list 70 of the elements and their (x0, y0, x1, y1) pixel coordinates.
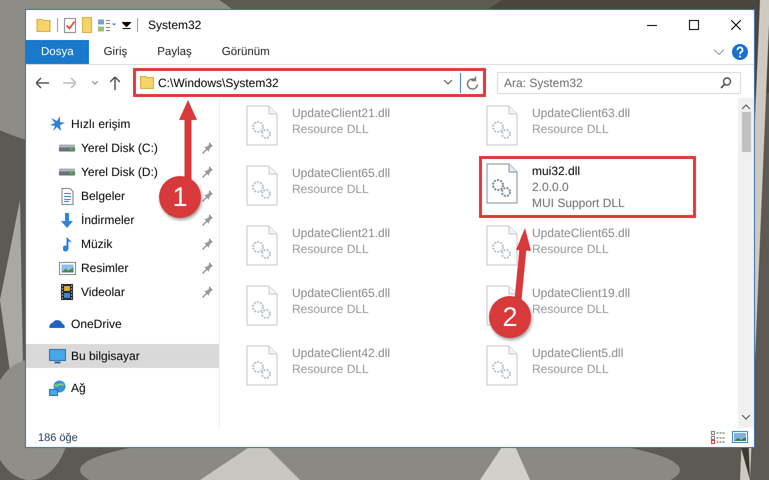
drive-icon (59, 144, 75, 152)
refresh-icon[interactable] (465, 76, 479, 90)
customize-caret-icon[interactable] (122, 22, 131, 28)
nav-item[interactable]: Müzik (58, 234, 112, 254)
search-box[interactable]: Ara: System32 (497, 72, 741, 94)
recent-locations-button[interactable] (92, 80, 98, 84)
dll-file-icon (246, 105, 278, 146)
file-item[interactable]: mui32.dll 2.0.0.0 MUI Support DLL (532, 163, 625, 211)
pin-icon[interactable] (202, 142, 213, 154)
download-arrow-icon (61, 212, 73, 228)
dll-file-icon (486, 225, 518, 266)
maximize-button[interactable] (689, 20, 699, 30)
address-field[interactable]: C:\Windows\System32 (154, 76, 444, 90)
dropdown-caret-icon[interactable] (444, 80, 452, 85)
document-icon (60, 188, 74, 204)
pin-icon[interactable] (202, 166, 213, 178)
scroll-thumb[interactable] (742, 112, 750, 152)
close-button[interactable] (731, 20, 741, 30)
nav-item[interactable]: Videolar (58, 282, 125, 302)
nav-item[interactable]: Bu bilgisayar (48, 346, 140, 366)
pin-icon[interactable] (202, 238, 213, 250)
folder-icon (140, 76, 154, 89)
cloud-icon (49, 320, 65, 328)
nav-item[interactable]: OneDrive (48, 314, 122, 334)
scrollbar[interactable] (738, 98, 754, 428)
details-view-button[interactable] (711, 431, 726, 444)
up-button[interactable] (110, 76, 120, 90)
ribbon-tab[interactable]: Giriş (88, 40, 142, 64)
film-icon (61, 284, 73, 300)
dll-file-icon (246, 165, 278, 206)
minimize-button[interactable] (647, 24, 657, 26)
window-title: System32 (148, 18, 202, 32)
properties-icon[interactable] (64, 18, 76, 32)
view-options-icon[interactable] (98, 18, 116, 32)
drive-icon (59, 168, 75, 176)
dll-file-icon (486, 345, 518, 386)
network-icon (48, 380, 66, 396)
star-icon (48, 115, 66, 133)
scroll-down-icon[interactable] (742, 414, 750, 420)
dll-file-icon (246, 345, 278, 386)
pin-icon[interactable] (202, 214, 213, 226)
music-note-icon (62, 236, 72, 252)
nav-item[interactable]: Hızlı erişim (48, 114, 130, 134)
large-icons-view-button[interactable] (732, 431, 748, 443)
item-count: 186 öğe (38, 432, 78, 444)
dll-file-icon (246, 285, 278, 326)
ribbon-tab[interactable]: Görünüm (206, 40, 285, 64)
dll-file-icon (486, 163, 518, 204)
back-button[interactable] (36, 76, 49, 88)
dll-file-icon (486, 105, 518, 146)
scroll-up-icon[interactable] (742, 104, 750, 110)
search-icon (720, 76, 732, 88)
nav-item[interactable]: Ağ (48, 378, 86, 398)
picture-icon (58, 262, 76, 274)
folder-icon[interactable] (36, 18, 51, 32)
pin-icon[interactable] (202, 286, 213, 298)
monitor-icon (48, 348, 66, 364)
address-bar[interactable]: C:\Windows\System32 (133, 68, 486, 97)
nav-item[interactable]: İndirmeler (58, 210, 134, 230)
dll-file-icon (246, 225, 278, 266)
pin-icon[interactable] (202, 262, 213, 274)
nav-item[interactable]: Resimler (58, 258, 128, 278)
nav-item[interactable]: Belgeler (58, 186, 126, 206)
expand-ribbon-icon[interactable] (714, 49, 724, 55)
pin-icon[interactable] (202, 190, 213, 202)
help-icon[interactable] (732, 44, 748, 60)
nav-item[interactable]: Yerel Disk (D:) (58, 162, 158, 182)
nav-item[interactable]: Yerel Disk (C:) (58, 138, 158, 158)
ribbon-tab[interactable]: Paylaş (142, 40, 207, 64)
ribbon-tab[interactable]: Dosya (26, 40, 89, 64)
